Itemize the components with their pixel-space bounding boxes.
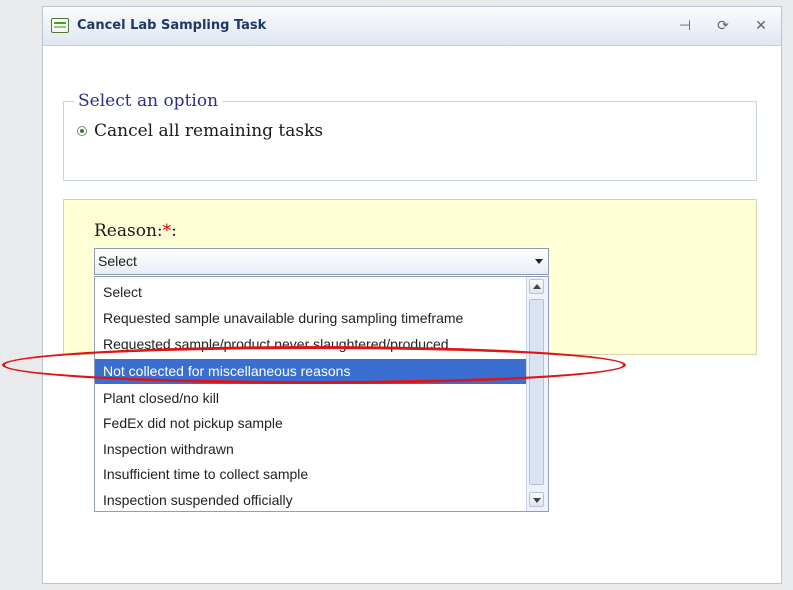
app-window-icon xyxy=(51,18,69,33)
reason-option[interactable]: Inspection withdrawn xyxy=(95,437,527,462)
reason-option-highlighted[interactable]: Not collected for miscellaneous reasons xyxy=(95,359,527,384)
refresh-icon[interactable]: ⟳ xyxy=(713,16,733,36)
dialog-titlebar: Cancel Lab Sampling Task ⊣ ⟳ ✕ xyxy=(43,7,781,46)
close-icon[interactable]: ✕ xyxy=(751,16,771,36)
scrollbar-thumb[interactable] xyxy=(529,299,544,485)
cancel-all-radio-label[interactable]: Cancel all remaining tasks xyxy=(94,121,323,141)
cancel-all-radio[interactable] xyxy=(77,126,87,136)
dropdown-arrow-icon[interactable] xyxy=(535,259,543,264)
option-legend: Select an option xyxy=(74,91,223,111)
reason-label-suffix: : xyxy=(171,221,177,241)
reason-dropdown-list[interactable]: Select Requested sample unavailable duri… xyxy=(94,276,549,512)
scroll-down-icon[interactable] xyxy=(529,492,544,507)
cancel-lab-sampling-dialog: Cancel Lab Sampling Task ⊣ ⟳ ✕ Select an… xyxy=(42,6,782,584)
reason-option[interactable]: Plant closed/no kill xyxy=(95,386,527,411)
reason-option[interactable]: Inspection suspended officially xyxy=(95,488,527,513)
reason-option[interactable]: Insufficient time to collect sample xyxy=(95,462,527,487)
reason-option[interactable]: Select xyxy=(95,280,527,305)
pin-icon[interactable]: ⊣ xyxy=(675,16,695,36)
required-marker: * xyxy=(162,221,172,241)
cancel-all-radio-option[interactable]: Cancel all remaining tasks xyxy=(77,121,323,141)
dialog-title: Cancel Lab Sampling Task xyxy=(77,18,267,33)
reason-option[interactable]: FedEx did not pickup sample xyxy=(95,411,527,436)
reason-label: Reason:*: xyxy=(94,221,177,241)
dropdown-scrollbar[interactable] xyxy=(526,277,548,511)
option-fieldset xyxy=(63,101,757,181)
reason-select-value: Select xyxy=(98,253,137,269)
reason-select[interactable]: Select xyxy=(94,248,549,275)
reason-label-text: Reason: xyxy=(94,221,163,241)
reason-option[interactable]: Requested sample/product never slaughter… xyxy=(95,332,527,357)
reason-option[interactable]: Requested sample unavailable during samp… xyxy=(95,306,527,331)
scroll-up-icon[interactable] xyxy=(529,279,544,294)
